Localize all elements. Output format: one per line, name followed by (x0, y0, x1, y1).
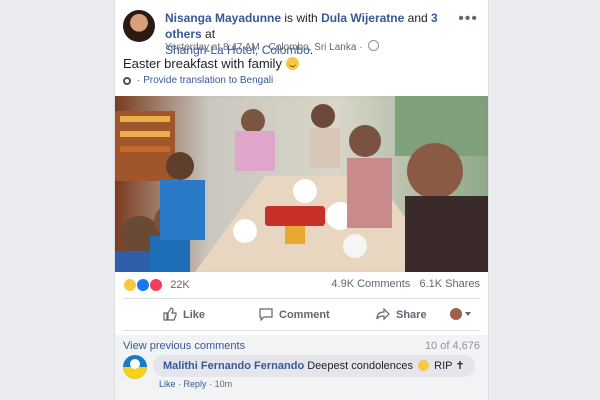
share-button[interactable]: Share (376, 304, 427, 326)
like-label: Like (183, 309, 206, 321)
reactions-count[interactable]: 22K (170, 279, 190, 291)
like-reaction-icon (136, 278, 151, 292)
comments-page-count: 10 of 4,676 (424, 340, 480, 352)
love-reaction-icon (149, 278, 164, 292)
at-text: at (205, 27, 216, 41)
reactions-summary[interactable]: 22K (123, 278, 190, 292)
comment-meta: Like · Reply · 10m (159, 379, 232, 389)
and-text: and (407, 11, 428, 25)
comment-share-counts: 4.9K Comments 6.1K Shares (331, 278, 480, 290)
audience-selector[interactable] (450, 308, 472, 322)
post-text: Easter breakfast with family (123, 56, 282, 71)
comment-bubble: Malithi Fernando Fernando Deepest condol… (153, 355, 475, 377)
meta-dot: · (262, 42, 266, 53)
comment-button[interactable]: Comment (259, 304, 330, 326)
translate-link[interactable]: Provide translation to Bengali (143, 75, 273, 86)
relieved-emoji-icon (418, 360, 430, 371)
chevron-down-icon (465, 312, 471, 316)
family-breakfast-photo (115, 96, 488, 272)
post-stats: 22K 4.9K Comments 6.1K Shares (123, 278, 480, 292)
like-button[interactable]: Like (163, 304, 205, 326)
gear-icon (123, 77, 131, 85)
shares-count[interactable]: 6.1K Shares (419, 278, 480, 290)
comment-suffix: RIP ✝ (434, 360, 465, 372)
comments-count[interactable]: 4.9K Comments (331, 278, 410, 290)
thumbs-up-icon (163, 307, 177, 321)
smile-emoji-icon (285, 57, 299, 70)
comment-time[interactable]: 10m (215, 379, 233, 389)
public-globe-icon[interactable] (368, 40, 380, 51)
is-with-text: is with (284, 11, 318, 25)
post-timestamp[interactable]: Yesterday at 8:47 AM (165, 42, 260, 53)
post-header: Nisanga Mayadunne is with Dula Wijeratne… (123, 10, 478, 57)
post-text-container: Easter breakfast with family (123, 56, 299, 71)
comment-icon (259, 307, 273, 322)
post-meta: Yesterday at 8:47 AM · Colombo, Sri Lank… (165, 40, 380, 53)
view-previous-comments-link[interactable]: View previous comments (123, 340, 245, 352)
share-icon (376, 307, 390, 321)
comment-sep: · (178, 379, 182, 389)
more-options-icon[interactable]: ••• (458, 10, 478, 28)
comments-section: View previous comments 10 of 4,676 Malit… (115, 335, 488, 400)
author-name[interactable]: Nisanga Mayadunne (165, 11, 281, 25)
post-card: Nisanga Mayadunne is with Dula Wijeratne… (114, 0, 489, 400)
comment-text: Deepest condolences (307, 360, 414, 372)
comment-reply-link[interactable]: Reply (184, 379, 207, 389)
post-location[interactable]: Colombo, Sri Lanka (269, 42, 357, 53)
sad-reaction-icon (123, 278, 137, 292)
mini-avatar (450, 308, 462, 320)
comment-like-link[interactable]: Like (159, 379, 176, 389)
comment-label: Comment (279, 309, 330, 321)
tagged-person[interactable]: Dula Wijeratne (321, 11, 404, 25)
middle-dot: · (137, 75, 141, 86)
divider (123, 330, 480, 331)
commenter-name[interactable]: Malithi Fernando Fernando (163, 360, 304, 372)
translate-row[interactable]: · Provide translation to Bengali (123, 75, 273, 86)
comment-sep-2: · (209, 379, 213, 389)
post-photo[interactable] (115, 96, 488, 272)
divider (123, 298, 480, 299)
meta-dot-2: · (359, 42, 363, 53)
share-label: Share (396, 309, 427, 321)
author-avatar[interactable] (123, 10, 155, 42)
post-actions: Like Comment Share (123, 304, 480, 326)
commenter-avatar[interactable] (123, 355, 147, 379)
